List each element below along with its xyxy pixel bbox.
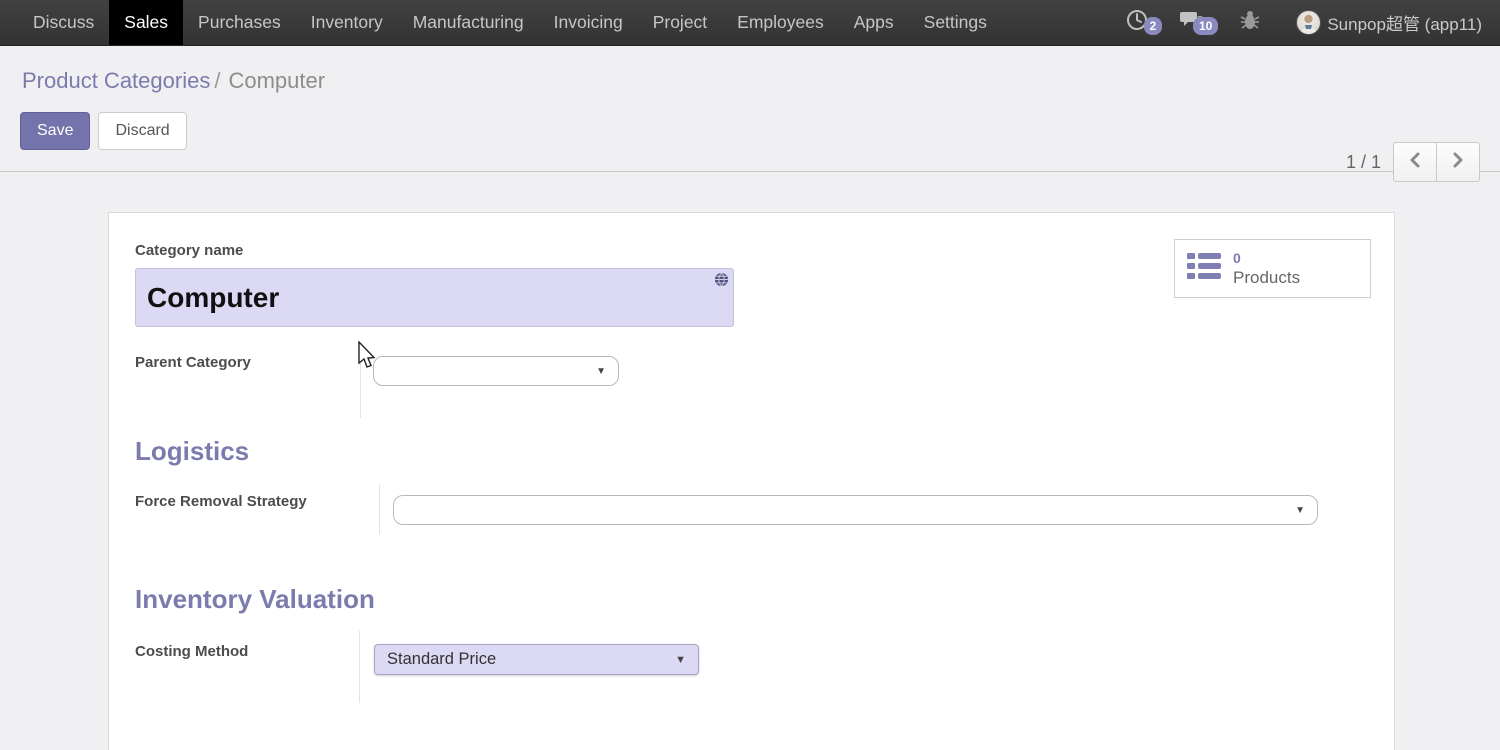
parent-category-label: Parent Category <box>135 354 251 371</box>
top-navbar: Discuss Sales Purchases Inventory Manufa… <box>0 0 1500 46</box>
force-removal-label: Force Removal Strategy <box>135 493 307 510</box>
nav-item-project[interactable]: Project <box>638 0 722 45</box>
section-title-inventory-valuation: Inventory Valuation <box>135 584 375 615</box>
main-menu: Discuss Sales Purchases Inventory Manufa… <box>0 0 1002 45</box>
chevron-left-icon <box>1408 152 1422 173</box>
breadcrumb-product-categories[interactable]: Product Categories <box>22 68 210 93</box>
category-name-label: Category name <box>135 242 243 259</box>
discard-button[interactable]: Discard <box>98 112 186 150</box>
list-icon <box>1187 251 1221 286</box>
messages-menu[interactable]: 10 <box>1172 9 1212 36</box>
force-removal-dropdown[interactable]: ▼ <box>393 495 1318 525</box>
nav-item-inventory[interactable]: Inventory <box>296 0 398 45</box>
bug-icon <box>1240 9 1260 36</box>
caret-down-icon: ▼ <box>675 654 686 666</box>
field-separator <box>379 484 380 534</box>
nav-item-invoicing[interactable]: Invoicing <box>539 0 638 45</box>
nav-item-discuss[interactable]: Discuss <box>18 0 109 45</box>
activities-menu[interactable]: 2 <box>1118 9 1156 36</box>
costing-method-value: Standard Price <box>387 650 496 669</box>
field-separator <box>360 356 361 418</box>
nav-item-sales[interactable]: Sales <box>109 0 183 45</box>
chevron-right-icon <box>1451 152 1465 173</box>
nav-item-manufacturing[interactable]: Manufacturing <box>398 0 539 45</box>
field-separator <box>359 631 360 703</box>
breadcrumb-separator: / <box>210 68 224 93</box>
message-count-badge: 10 <box>1193 17 1218 35</box>
products-count: 0 <box>1233 249 1300 269</box>
nav-item-employees[interactable]: Employees <box>722 0 839 45</box>
category-name-input[interactable] <box>135 268 734 327</box>
pager-value: 1 / 1 <box>1346 152 1381 173</box>
parent-category-dropdown[interactable]: ▼ <box>373 356 619 386</box>
control-panel: Product Categories/Computer Save Discard… <box>0 46 1500 172</box>
caret-down-icon: ▼ <box>1295 505 1305 516</box>
breadcrumb-current: Computer <box>224 68 325 93</box>
products-label: Products <box>1233 268 1300 288</box>
nav-item-purchases[interactable]: Purchases <box>183 0 296 45</box>
products-stat-button[interactable]: 0 Products <box>1174 239 1371 298</box>
caret-down-icon: ▼ <box>596 366 606 377</box>
breadcrumb: Product Categories/Computer <box>22 68 1480 94</box>
user-name: Sunpop超管 (app11) <box>1321 10 1482 35</box>
user-menu[interactable]: Sunpop超管 (app11) <box>1288 10 1490 35</box>
nav-item-settings[interactable]: Settings <box>909 0 1002 45</box>
nav-item-apps[interactable]: Apps <box>839 0 909 45</box>
user-avatar <box>1296 10 1321 35</box>
section-title-logistics: Logistics <box>135 436 249 467</box>
translate-globe-icon[interactable] <box>714 272 729 287</box>
form-sheet: 0 Products Category name Parent Category… <box>108 212 1395 750</box>
save-button[interactable]: Save <box>20 112 90 150</box>
form-buttons: Save Discard <box>20 112 1480 150</box>
systray: 2 10 <box>1118 0 1500 45</box>
costing-method-label: Costing Method <box>135 643 248 660</box>
costing-method-select[interactable]: Standard Price ▼ <box>374 644 699 675</box>
activity-count-badge: 2 <box>1144 17 1163 35</box>
debug-menu[interactable] <box>1232 9 1268 36</box>
content-area: 0 Products Category name Parent Category… <box>0 172 1500 750</box>
